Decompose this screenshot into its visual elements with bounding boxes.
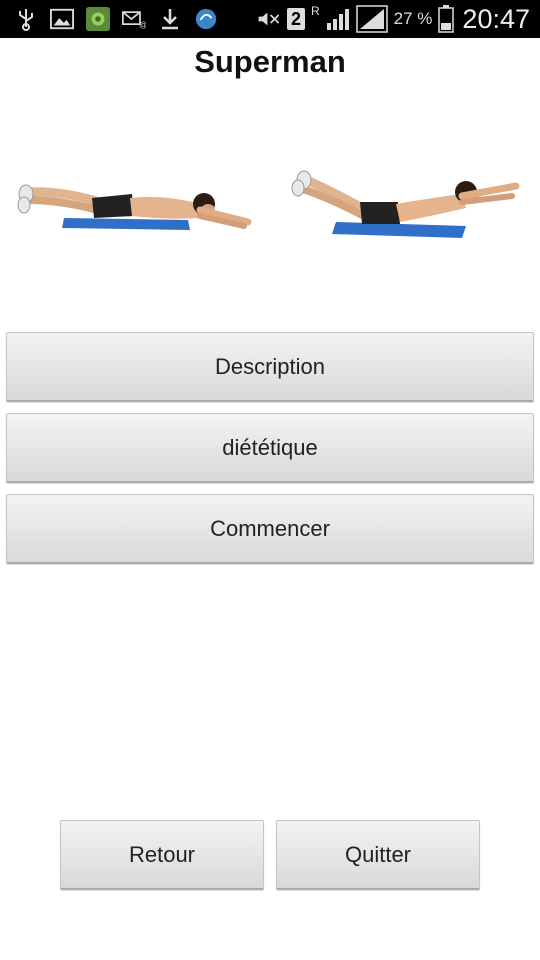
email-icon: @: [122, 7, 146, 31]
exercise-position-end: [291, 170, 520, 238]
app-icon: [86, 7, 110, 31]
download-icon: [158, 7, 182, 31]
sim-indicator: 2: [287, 8, 305, 30]
image-icon: [50, 7, 74, 31]
battery-icon: [438, 5, 455, 33]
svg-text:@: @: [139, 20, 146, 30]
roaming-indicator: R: [311, 4, 320, 18]
exercise-position-start: [17, 184, 252, 230]
signal-icon: [326, 7, 350, 31]
page-title: Superman: [194, 44, 346, 79]
mute-icon: [257, 7, 281, 31]
description-button[interactable]: Description: [6, 332, 534, 402]
dietetique-button[interactable]: diététique: [6, 413, 534, 483]
status-bar: @ 2 R 27 % 20:47: [0, 0, 540, 38]
usb-icon: [14, 7, 38, 31]
sync-icon: [194, 7, 218, 31]
system-icons: 2 R 27 % 20:47: [257, 0, 530, 38]
retour-button[interactable]: Retour: [60, 820, 264, 890]
notification-icons: @: [14, 4, 218, 34]
signal-icon-2: [355, 5, 388, 33]
quitter-button[interactable]: Quitter: [276, 820, 480, 890]
exercise-illustration: [17, 170, 520, 238]
commencer-button[interactable]: Commencer: [6, 494, 534, 564]
battery-percent: 27 %: [393, 9, 433, 28]
clock: 20:47: [462, 3, 530, 34]
